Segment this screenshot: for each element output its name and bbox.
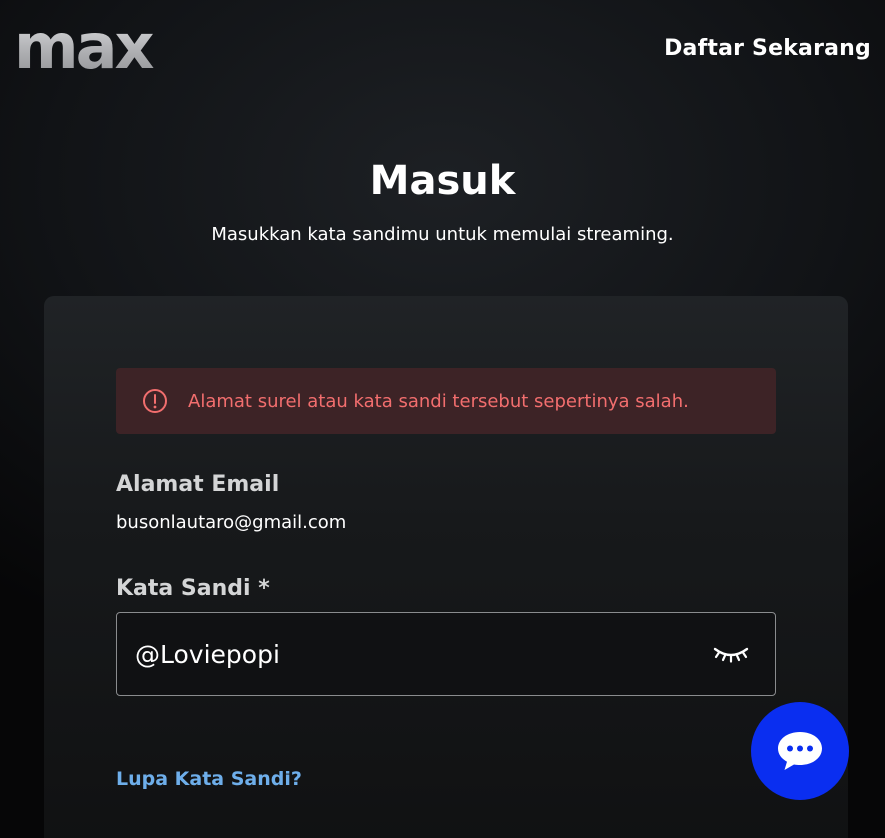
chat-bubble-icon: [778, 732, 822, 770]
chat-button[interactable]: [751, 702, 849, 800]
svg-text:max: max: [14, 20, 154, 76]
login-card: Alamat surel atau kata sandi tersebut se…: [44, 296, 848, 838]
alert-circle-icon: [143, 389, 167, 413]
error-alert: Alamat surel atau kata sandi tersebut se…: [116, 368, 776, 434]
page-title: Masuk: [369, 158, 516, 204]
page-subtitle: Masukkan kata sandimu untuk memulai stre…: [211, 224, 674, 245]
error-message: Alamat surel atau kata sandi tersebut se…: [188, 390, 689, 412]
password-label: Kata Sandi *: [116, 576, 270, 601]
password-field[interactable]: [116, 612, 776, 696]
signup-link[interactable]: Daftar Sekarang: [664, 36, 871, 61]
email-label: Alamat Email: [116, 472, 280, 497]
forgot-password-link[interactable]: Lupa Kata Sandi?: [116, 768, 302, 790]
max-logo[interactable]: max: [14, 20, 184, 76]
password-input[interactable]: [135, 613, 695, 695]
login-page: max Daftar Sekarang Masuk Masukkan kata …: [0, 0, 885, 838]
eye-closed-icon[interactable]: [713, 643, 749, 663]
email-value: busonlautaro@gmail.com: [116, 512, 347, 533]
